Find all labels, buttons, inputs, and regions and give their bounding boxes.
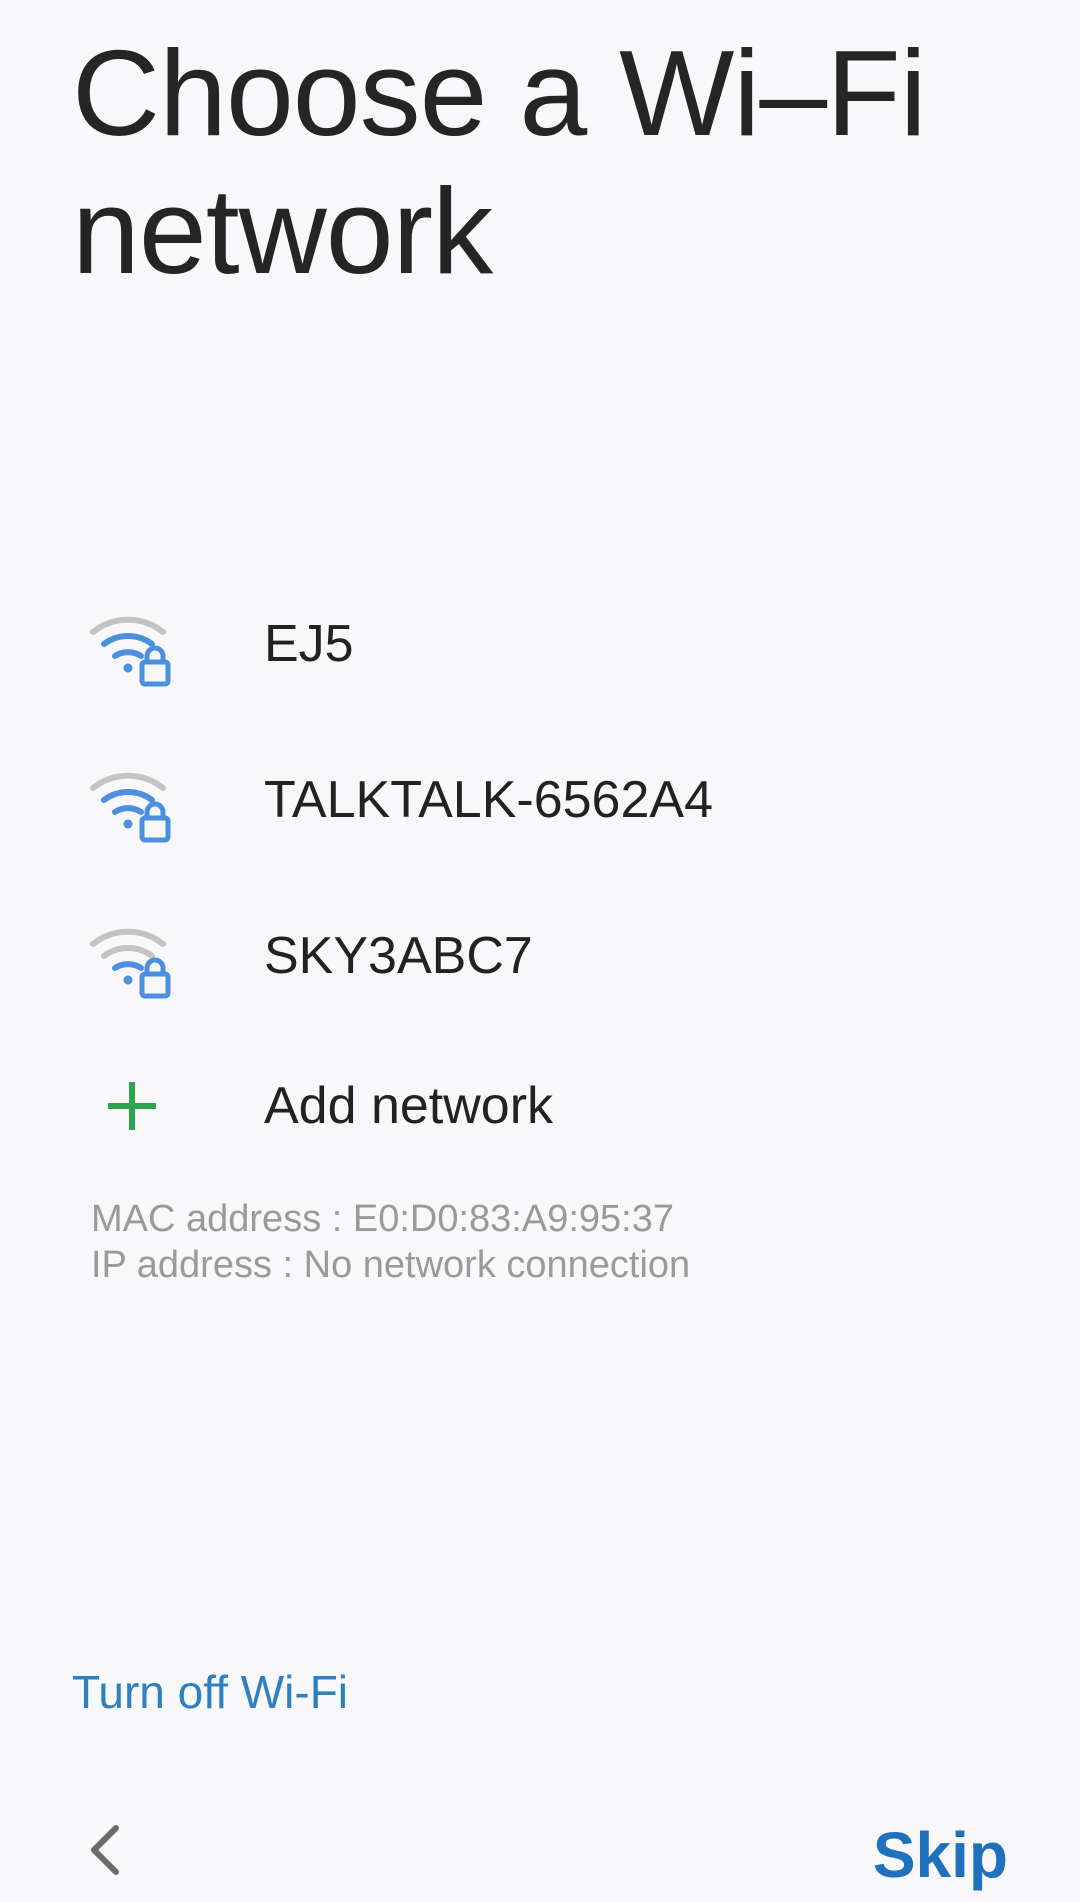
chevron-left-icon[interactable] xyxy=(78,1818,134,1882)
add-network-button[interactable]: Add network xyxy=(0,1046,1080,1202)
skip-button[interactable]: Skip xyxy=(873,1818,1008,1892)
ip-address: IP address : No network connection xyxy=(91,1244,691,1286)
plus-icon xyxy=(108,1082,156,1130)
network-info: MAC address : E0:D0:83:A9:95:37 IP addre… xyxy=(91,1196,690,1288)
page-title: Choose a Wi–Fi network xyxy=(72,25,927,299)
wifi-locked-icon xyxy=(90,772,171,843)
turn-off-wifi-link[interactable]: Turn off Wi-Fi xyxy=(72,1664,348,1720)
network-ssid: EJ5 xyxy=(264,615,354,673)
network-ssid: SKY3ABC7 xyxy=(264,927,533,985)
wifi-locked-icon xyxy=(90,616,171,687)
mac-address: MAC address : E0:D0:83:A9:95:37 xyxy=(91,1198,674,1240)
wifi-locked-icon xyxy=(90,928,171,999)
network-item-ej5[interactable]: EJ5 xyxy=(0,578,1080,734)
network-list: EJ5 TALKTALK-6562A4 SKY3ABC7 Add network xyxy=(0,578,1080,1202)
network-ssid: TALKTALK-6562A4 xyxy=(264,771,713,829)
network-item-talktalk-6562a4[interactable]: TALKTALK-6562A4 xyxy=(0,734,1080,890)
network-item-sky3abc7[interactable]: SKY3ABC7 xyxy=(0,890,1080,1046)
add-network-label: Add network xyxy=(264,1077,554,1135)
